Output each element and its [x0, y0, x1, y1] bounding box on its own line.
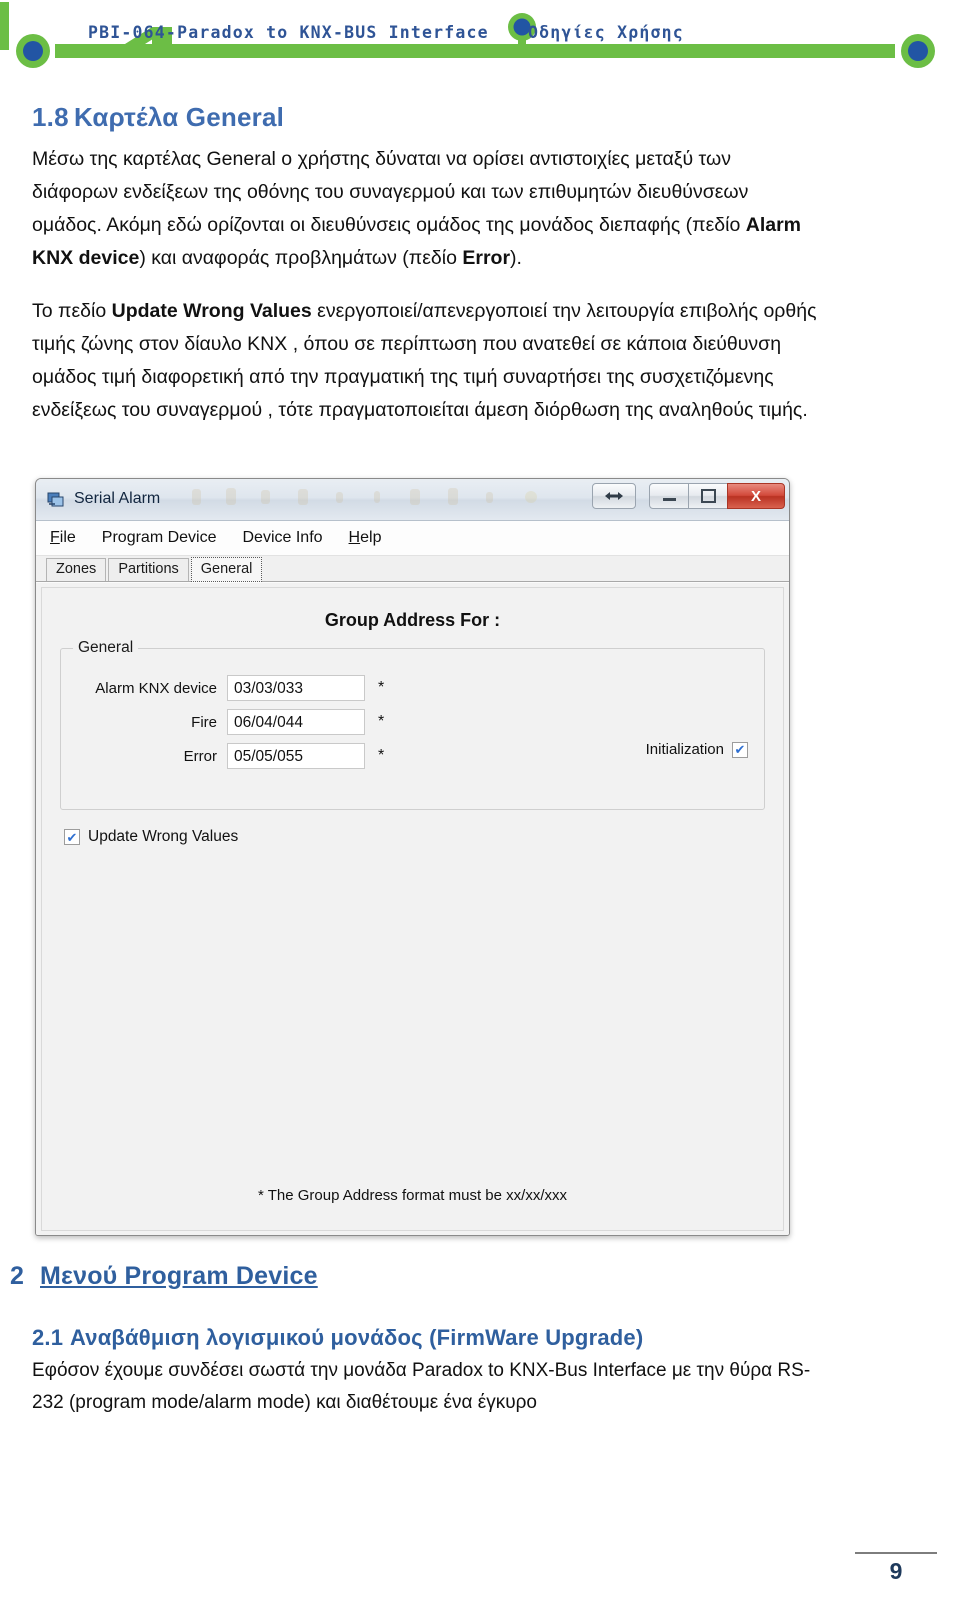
required-marker-alarm-knx-device: *: [378, 679, 385, 696]
group-address-title: Group Address For :: [324, 610, 501, 630]
section2-heading-text: Μενού Program Device: [40, 1262, 318, 1290]
menu-item-help-label: elp: [360, 529, 382, 546]
input-alarm-knx-device[interactable]: 03/03/033: [227, 675, 365, 701]
close-button[interactable]: X: [727, 483, 785, 509]
general-panel: Group Address For : General Alarm KNX de…: [41, 587, 784, 1231]
required-marker-error: *: [378, 747, 385, 764]
minimize-button[interactable]: [649, 483, 689, 509]
label-alarm-knx-device: Alarm KNX device: [95, 679, 217, 697]
maximize-icon: [700, 489, 716, 503]
menu-item-help[interactable]: Help: [349, 529, 382, 547]
fieldset-legend: General: [73, 639, 139, 657]
tab-zones[interactable]: Zones: [46, 558, 107, 581]
page-number-rule: [855, 1552, 937, 1554]
menu-item-device-info[interactable]: Device Info: [243, 529, 323, 547]
paragraph-2-part-1: Το πεδίο: [32, 300, 112, 322]
minimize-icon: [662, 498, 676, 501]
tab-general[interactable]: General: [190, 557, 263, 582]
paragraph-2: Το πεδίο Update Wrong Values ενεργοποιεί…: [32, 295, 822, 427]
section-heading-text: Καρτέλα General: [74, 102, 285, 132]
paragraph-1-part-1: Μέσω της καρτέλας General ο χρήστης δύνα…: [32, 148, 749, 236]
general-fieldset: General Alarm KNX device 03/03/033 * Fir…: [60, 639, 765, 810]
tab-content-general: Group Address For : General Alarm KNX de…: [36, 582, 789, 1235]
serial-alarm-window: Serial Alarm X File Program Device Devic…: [35, 478, 790, 1236]
section2-number: 2: [10, 1262, 25, 1290]
header-subtitle: Οδηγίες Χρήσης: [528, 23, 684, 42]
field-row-error: Error 05/05/055 *: [67, 743, 384, 769]
maximize-button[interactable]: [688, 483, 728, 509]
label-error: Error: [183, 747, 217, 765]
paragraph-1-part-3: ).: [510, 247, 522, 269]
field-row-fire: Fire 06/04/044 *: [67, 709, 384, 735]
paragraph-1-bold-2: Error: [462, 247, 511, 269]
menu-item-file-label: ile: [59, 529, 76, 546]
section-heading: 1.8 Καρτέλα General: [32, 102, 960, 133]
section-number: 1.8: [32, 102, 69, 132]
tab-partitions[interactable]: Partitions: [108, 558, 189, 581]
page-header-banner: PBI-064-Paradox to KNX-BUS Interface Οδη…: [0, 0, 960, 82]
update-wrong-values-label: Update Wrong Values: [88, 828, 239, 845]
window-controls: X: [592, 483, 785, 509]
section2-sub-heading-text: Αναβάθμιση λογισμικού μονάδος (FirmWare …: [70, 1325, 644, 1350]
document-body: 1.8 Καρτέλα General Μέσω της καρτέλας Gen…: [0, 82, 960, 427]
field-row-alarm-knx-device: Alarm KNX device 03/03/033 *: [67, 675, 384, 701]
menu-bar: File Program Device Device Info Help: [36, 521, 789, 556]
initialization-label: Initialization: [645, 741, 724, 758]
window-title: Serial Alarm: [74, 490, 161, 507]
initialization-checkbox[interactable]: ✔: [732, 741, 748, 758]
section2-paragraph: Εφόσον έχουμε συνδέσει σωστά την μονάδα …: [32, 1360, 811, 1413]
paragraph-1: Μέσω της καρτέλας General ο χρήστης δύνα…: [32, 143, 822, 275]
initialization-row: Initialization ✔: [646, 741, 748, 758]
header-product-title: PBI-064-Paradox to KNX-BUS Interface: [88, 23, 489, 42]
page-number: 9: [889, 1558, 903, 1584]
section2-heading: 2 Μενού Program Device: [10, 1262, 960, 1291]
label-fire: Fire: [191, 713, 217, 731]
title-bar-texture: [192, 488, 537, 505]
application-screenshot: Serial Alarm X File Program Device Devic…: [35, 478, 790, 1238]
document-bottom: 2 Μενού Program Device 2.1 Αναβάθμιση λογι…: [0, 1262, 960, 1419]
input-fire[interactable]: 06/04/044: [227, 709, 365, 735]
application-icon: [47, 492, 64, 507]
paragraph-1-part-2: ) και αναφοράς προβλημάτων (πεδίο: [139, 247, 463, 269]
menu-item-program-device[interactable]: Program Device: [102, 529, 217, 547]
group-address-footnote: * The Group Address format must be xx/xx…: [257, 1187, 567, 1204]
left-right-arrow-icon: [605, 492, 623, 500]
menu-item-file[interactable]: File: [50, 529, 76, 547]
update-wrong-values-checkbox[interactable]: ✔: [64, 829, 80, 845]
section2-sub-heading: 2.1 Αναβάθμιση λογισμικού μονάδος (FirmWa…: [32, 1325, 960, 1351]
paragraph-2-bold-1: Update Wrong Values: [111, 300, 312, 322]
window-title-bar: Serial Alarm X: [36, 479, 789, 521]
input-error[interactable]: 05/05/055: [227, 743, 365, 769]
tab-strip: Zones Partitions General: [36, 556, 789, 582]
resize-arrow-icon[interactable]: [592, 483, 636, 509]
section2-sub-number: 2.1: [32, 1325, 64, 1350]
update-wrong-values-row: ✔ Update Wrong Values: [64, 828, 238, 846]
required-marker-fire: *: [378, 713, 385, 730]
